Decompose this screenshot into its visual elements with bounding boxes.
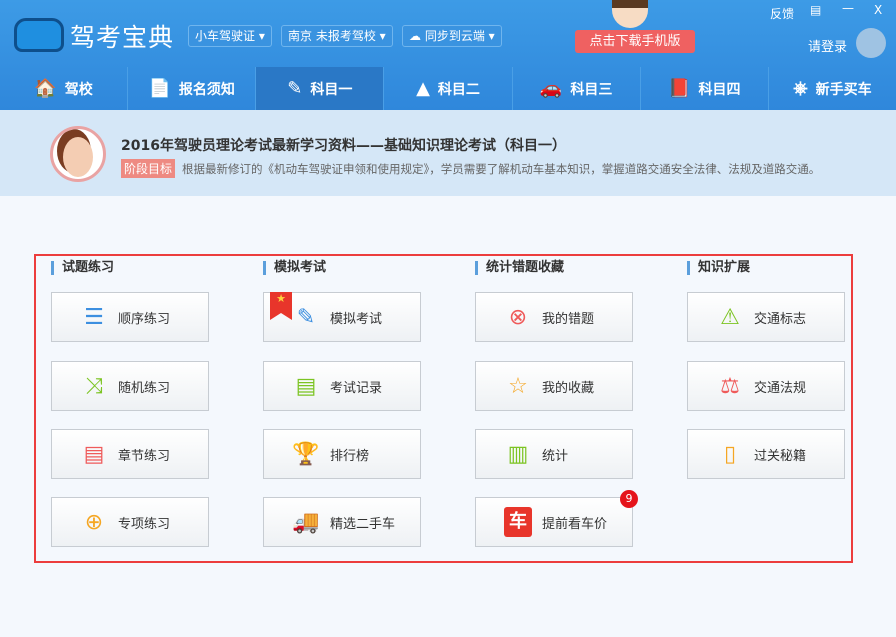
tab-label: 科目四 [698,81,741,98]
mascot-icon [612,0,648,28]
traffic-sign-icon: ⚠ [720,304,740,330]
feature-label: 随机练习 [118,380,171,396]
record-icon: ▤ [295,373,317,399]
feature-label: 精选二手车 [330,516,396,532]
feature-label: 我的收藏 [542,380,595,396]
bar-chart-icon: ▥ [507,441,529,467]
feature-label: 我的错题 [542,311,595,327]
title-bar: 驾考宝典 小车驾驶证 ▾ 南京 未报考驾校 ▾ ☁ 同步到云端 ▾ 点击下载手机… [0,0,896,110]
trophy-icon: 🏆 [292,441,320,467]
school-dropdown[interactable]: 南京 未报考驾校 ▾ [281,25,393,47]
banner-title: 2016年驾驶员理论考试最新学习资料——基础知识理论考试（科目一） [121,138,566,154]
minimize-icon[interactable]: — [842,1,854,15]
avatar[interactable] [856,28,886,58]
sync-dropdown[interactable]: ☁ 同步到云端 ▾ [402,25,502,47]
license-label: 小车驾驶证 [195,29,256,43]
tab-label: 科目三 [570,81,613,98]
tab-label: 新手买车 [815,81,872,98]
tab-subject-3[interactable]: 🚗 科目三 [513,67,641,110]
feature-button[interactable]: ☰ 顺序练习 [51,292,209,342]
close-icon[interactable]: X [874,3,882,17]
tab-label: 科目一 [310,81,353,98]
feature-button[interactable]: ▤ 章节练习 [51,429,209,479]
section-header: 模拟考试 [263,261,326,275]
shuffle-icon: ⤨ [85,373,103,399]
feature-label: 考试记录 [330,380,383,396]
pencil-icon: ✎ [287,78,303,99]
login-link[interactable]: 请登录 [808,36,847,55]
stage-goal-tag: 阶段目标 [121,159,176,178]
feature-label: 顺序练习 [118,311,171,327]
feature-button[interactable]: ⊗ 我的错题 [475,292,633,342]
download-mobile-button[interactable]: 点击下载手机版 [575,30,695,53]
scale-icon: ⚖ [720,373,740,399]
main-nav: 🏠 驾校 📄 报名须知 ✎ 科目一 ▲ 科目二 🚗 科目三 📕 科目四 ⎈ 新手买车 [0,67,896,110]
notebook-icon: ▯ [723,441,737,467]
feature-button[interactable]: ▯ 过关秘籍 [687,429,845,479]
house-icon: 🏠 [34,78,57,99]
feature-label: 专项练习 [118,516,171,532]
tab-registration[interactable]: 📄 报名须知 [128,67,257,110]
school-label: 南京 未报考驾校 [288,29,376,43]
truck-icon: 🚚 [292,509,320,535]
tab-label: 驾校 [64,81,93,98]
tab-buy-car[interactable]: ⎈ 新手买车 [769,67,896,110]
chapter-icon: ▤ [83,441,105,467]
car-price-icon: 车 [504,507,532,537]
app-title: 驾考宝典 [70,23,175,52]
tab-subject-4[interactable]: 📕 科目四 [641,67,769,110]
feature-label: 排行榜 [330,448,370,464]
target-icon: ⊕ [84,509,104,535]
list-icon: ☰ [84,304,104,330]
feature-button[interactable]: ▤ 考试记录 [263,361,421,411]
star-icon: ☆ [508,373,528,399]
cone-icon: ▲ [416,78,430,99]
sync-label: 同步到云端 [424,29,485,43]
feedback-link[interactable]: 反馈 [770,5,794,22]
tab-subject-2[interactable]: ▲ 科目二 [384,67,513,110]
feature-label: 章节练习 [118,448,171,464]
menu-icon[interactable]: ▤ [810,3,821,17]
tab-label: 报名须知 [178,81,235,98]
feature-label: 模拟考试 [330,311,383,327]
tab-label: 科目二 [437,81,480,98]
feature-button[interactable]: 🏆 排行榜 [263,429,421,479]
book-icon: 📕 [668,78,691,99]
section-header: 统计错题收藏 [475,261,564,275]
notification-badge: 9 [620,490,638,508]
wrong-icon: ⊗ [508,304,528,330]
exam-edit-icon: ✎ [296,304,316,330]
car-icon: 🚗 [539,78,563,99]
feature-button[interactable]: ▥ 统计 [475,429,633,479]
instructor-avatar [50,126,106,182]
feature-button[interactable]: ☆ 我的收藏 [475,361,633,411]
steering-wheel-icon: ⎈ [793,78,808,99]
feature-button[interactable]: ⚠ 交通标志 [687,292,845,342]
feature-button[interactable]: ⊕ 专项练习 [51,497,209,547]
document-icon: 📄 [148,78,171,99]
license-dropdown[interactable]: 小车驾驶证 ▾ [188,25,272,47]
tab-subject-1[interactable]: ✎ 科目一 [256,67,385,110]
cloud-icon: ☁ [409,29,421,43]
tab-driving-school[interactable]: 🏠 驾校 [0,67,129,110]
feature-label: 统计 [542,448,569,464]
feature-button[interactable]: ★ ✎ 模拟考试 [263,292,421,342]
feature-label: 过关秘籍 [754,448,807,464]
car-logo-icon [14,18,64,52]
feature-button[interactable]: ⚖ 交通法规 [687,361,845,411]
feature-label: 交通法规 [754,380,807,396]
feature-button[interactable]: 车提前看车价 9 [475,490,638,547]
feature-button[interactable]: 🚚 精选二手车 [263,497,421,547]
ribbon-star-icon: ★ [270,292,292,320]
feature-label: 提前看车价 [542,516,608,532]
section-header: 试题练习 [51,261,114,275]
feature-button[interactable]: ⤨ 随机练习 [51,361,209,411]
section-header: 知识扩展 [687,261,750,275]
feature-label: 交通标志 [754,311,807,327]
banner-description: 根据最新修订的《机动车驾驶证申领和使用规定》，学员需要了解机动车基本知识，掌握道… [182,162,821,176]
